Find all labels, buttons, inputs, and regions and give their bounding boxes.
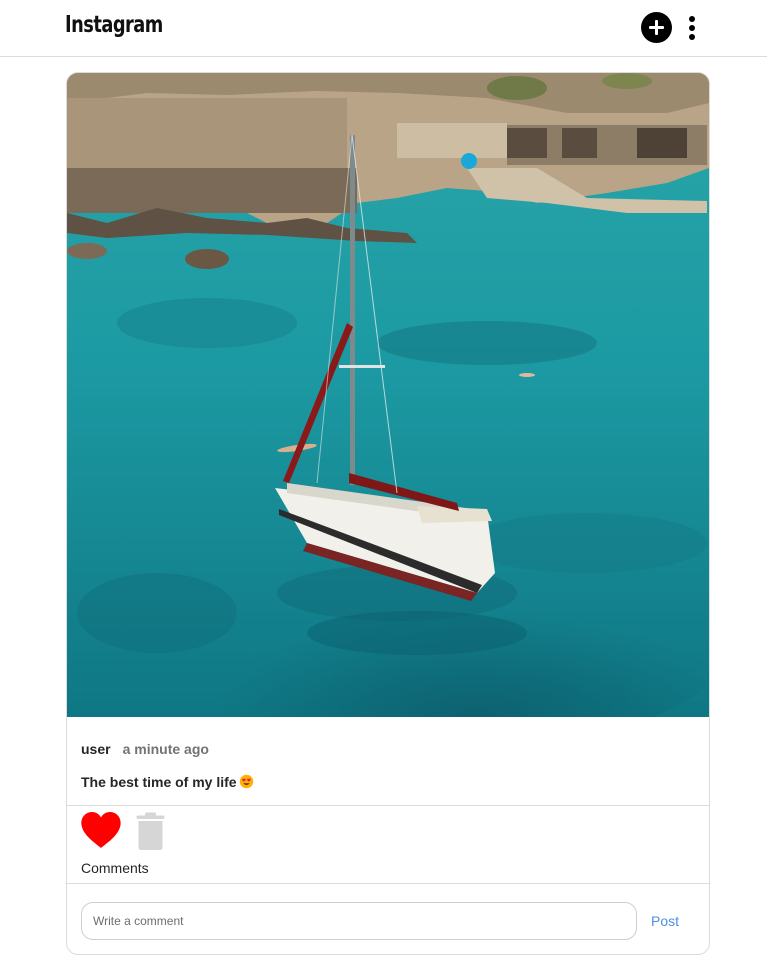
comment-input[interactable] — [81, 902, 637, 940]
post-image — [67, 73, 709, 717]
post-comment-button[interactable]: Post — [651, 913, 679, 929]
post-meta: user a minute ago — [81, 741, 209, 757]
dot-icon — [689, 34, 695, 40]
add-post-button[interactable] — [641, 12, 672, 43]
divider — [67, 805, 709, 806]
divider — [67, 883, 709, 884]
heart-eyes-emoji-icon — [239, 774, 253, 789]
caption-text: The best time of my life — [81, 774, 237, 790]
heart-icon[interactable] — [80, 811, 122, 851]
dot-icon — [689, 16, 695, 22]
app-title[interactable]: Instagram — [65, 12, 163, 38]
top-bar: Instagram — [0, 0, 767, 57]
post-card: user a minute ago The best time of my lif… — [66, 72, 710, 955]
dot-icon — [689, 25, 695, 31]
more-options-button[interactable] — [686, 14, 698, 42]
comments-label: Comments — [81, 860, 149, 876]
post-timestamp: a minute ago — [122, 741, 209, 757]
post-caption: The best time of my life — [81, 774, 254, 790]
post-username[interactable]: user — [81, 741, 111, 757]
trash-icon[interactable] — [136, 812, 165, 850]
